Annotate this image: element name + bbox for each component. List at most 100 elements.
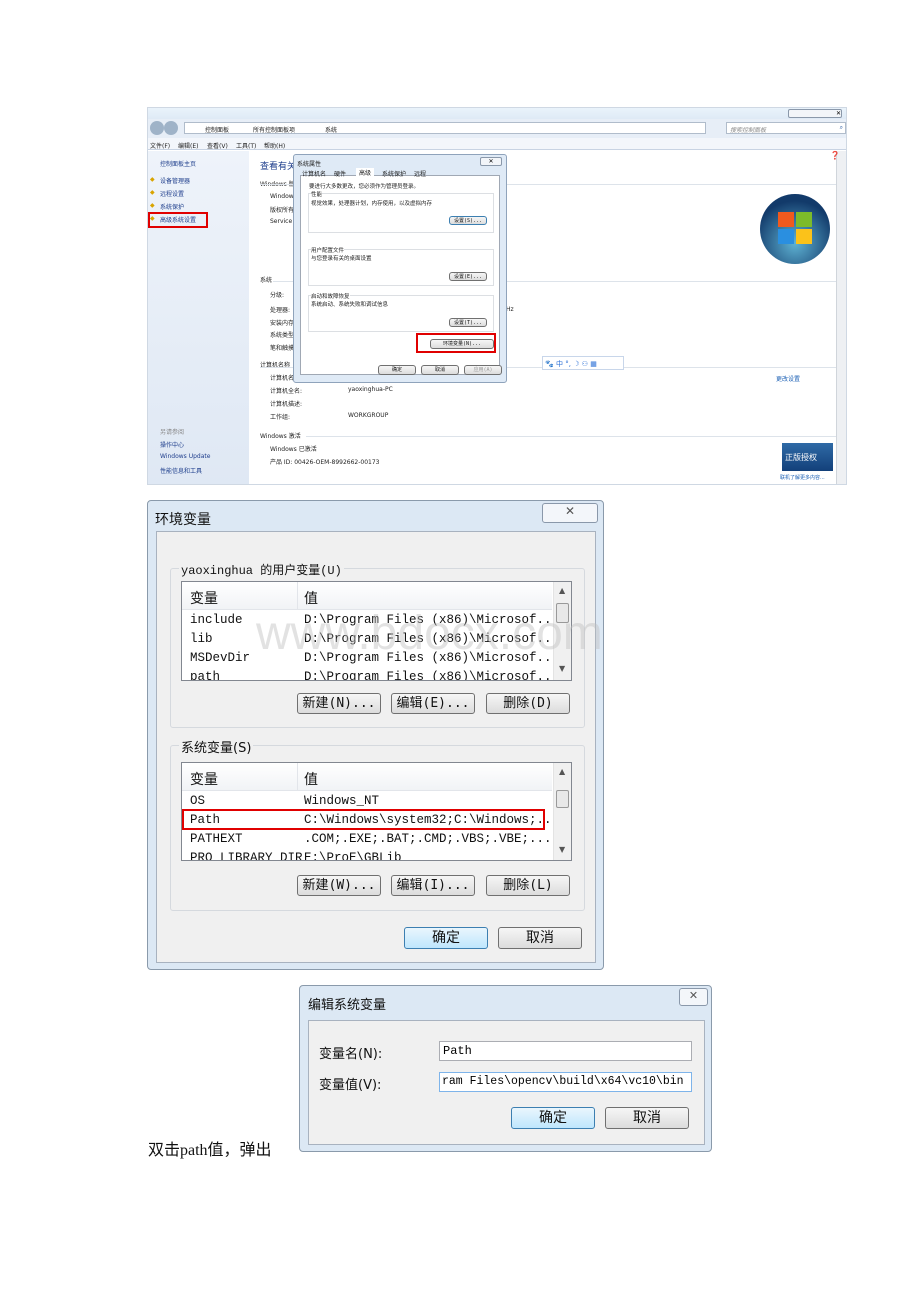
tab-remote[interactable]: 远程 <box>414 169 426 178</box>
genuine-link[interactable]: 联机了解更多内容... <box>780 474 825 481</box>
forward-button[interactable] <box>164 121 178 135</box>
user-icon[interactable]: ⚇ <box>582 360 588 368</box>
tab-advanced[interactable]: 高级 <box>356 168 375 177</box>
variable-name: PRO_LIBRARY_DIR <box>190 851 303 861</box>
sidebar-item-remote[interactable]: 远程设置 <box>160 189 184 198</box>
profile-settings-button[interactable]: 设置(E)... <box>449 272 487 281</box>
column-header-variable[interactable]: 变量 <box>190 588 218 608</box>
sidebar-item-protection[interactable]: 系统保护 <box>160 202 184 211</box>
variable-value: E:\ProE\GBLib <box>304 851 402 861</box>
close-icon[interactable]: ✕ <box>689 989 698 1002</box>
title-bar <box>148 108 846 119</box>
sidebar-home[interactable]: 控制面板主页 <box>160 159 196 168</box>
scroll-thumb[interactable] <box>556 790 569 808</box>
menu-edit[interactable]: 编辑(E) <box>178 141 198 150</box>
window-controls[interactable]: ✕ <box>788 109 842 118</box>
cancel-button[interactable]: 取消 <box>498 927 582 949</box>
moon-icon[interactable]: ☽ <box>573 360 579 368</box>
menu-view[interactable]: 查看(V) <box>207 141 228 150</box>
user-delete-button[interactable]: 删除(D) <box>486 693 570 714</box>
edit-system-variable-dialog: 编辑系统变量 ✕ 变量名(N): Path 变量值(V): ram Files\… <box>299 985 712 1152</box>
system-delete-button[interactable]: 删除(L) <box>486 875 570 896</box>
scroll-up-icon[interactable]: ▲ <box>559 586 565 595</box>
tab-computer-name[interactable]: 计算机名 <box>302 169 326 178</box>
control-panel-screenshot: ✕ 控制面板 所有控制面板项 系统 搜索控制面板 ⌕ 文件(F) 编辑(E) 查… <box>147 107 847 485</box>
menu-help[interactable]: 帮助(H) <box>264 141 285 150</box>
computer-row-label: 计算机全名: <box>270 388 303 395</box>
grid-icon[interactable]: ▦ <box>590 360 597 368</box>
cancel-button[interactable]: 取消 <box>421 365 459 375</box>
link-performance[interactable]: 性能信息和工具 <box>160 466 202 475</box>
tab-strip: 计算机名 硬件 高级 系统保护 远程 <box>300 168 440 178</box>
system-new-button[interactable]: 新建(W)... <box>297 875 381 896</box>
close-button[interactable]: ✕ <box>679 988 708 1006</box>
user-edit-button[interactable]: 编辑(E)... <box>391 693 475 714</box>
scrollbar[interactable] <box>836 151 846 484</box>
table-row[interactable]: PATHEXT .COM;.EXE;.BAT;.CMD;.VBS;.VBE;...… <box>182 830 559 849</box>
table-row[interactable]: PRO_LIBRARY_DIR E:\ProE\GBLib <box>182 849 552 861</box>
close-button[interactable]: ✕ <box>542 503 598 523</box>
menu-tools[interactable]: 工具(T) <box>236 141 256 150</box>
punctuation-icon[interactable]: °, <box>565 360 571 368</box>
group-desc: 视觉效果，处理器计划，内存使用，以及虚拟内存 <box>311 201 433 207</box>
group-title: 系统变量(S) <box>179 737 254 756</box>
column-header-variable[interactable]: 变量 <box>190 769 218 789</box>
group-startup-recovery: 启动和故障恢复 系统启动、系统失败和调试信息 设置(T)... <box>308 292 494 332</box>
edition-row: 版权所有 <box>270 207 295 214</box>
breadcrumb-item[interactable]: 系统 <box>325 125 337 134</box>
system-row: 系统类型 <box>270 332 295 339</box>
change-settings-link[interactable]: 更改设置 <box>776 374 800 383</box>
system-row: 安装内存 <box>270 320 295 327</box>
shield-icon: ◆ <box>150 176 155 183</box>
close-button[interactable]: ✕ <box>480 157 502 166</box>
menu-file[interactable]: 文件(F) <box>150 141 170 150</box>
variable-value: D:\Program Files (x86)\Microsof... <box>304 670 560 681</box>
genuine-badge-text: 正版授权 <box>785 453 817 462</box>
variable-name-input[interactable]: Path <box>439 1041 692 1061</box>
scroll-down-icon[interactable]: ▼ <box>559 845 565 854</box>
column-header-value[interactable]: 值 <box>304 588 318 608</box>
see-also-label: 另请参阅 <box>160 429 185 436</box>
user-new-button[interactable]: 新建(N)... <box>297 693 381 714</box>
ime-toolbar[interactable]: 🐾 中 °, ☽ ⚇ ▦ <box>542 356 624 370</box>
breadcrumb-item[interactable]: 所有控制面板项 <box>253 125 295 134</box>
close-icon[interactable]: ✕ <box>836 110 841 117</box>
group-desc: 与您登录有关的桌面设置 <box>311 256 372 262</box>
ok-button[interactable]: 确定 <box>511 1107 595 1129</box>
tab-hardware[interactable]: 硬件 <box>334 169 346 178</box>
breadcrumb-item[interactable]: 控制面板 <box>205 125 229 134</box>
link-windows-update[interactable]: Windows Update <box>160 453 210 460</box>
system-row: 分级: <box>270 292 285 299</box>
table-row[interactable]: path D:\Program Files (x86)\Microsof... <box>182 668 559 681</box>
search-input[interactable]: 搜索控制面板 ⌕ <box>726 122 846 134</box>
ime-mode[interactable]: 中 <box>556 360 563 368</box>
address-bar[interactable]: 控制面板 所有控制面板项 系统 <box>184 122 706 134</box>
scrollbar[interactable]: ▲ ▼ <box>553 763 571 860</box>
tab-system-protection[interactable]: 系统保护 <box>382 169 406 178</box>
column-header-value[interactable]: 值 <box>304 769 318 789</box>
computer-row-label: 计算机描述: <box>270 401 303 408</box>
dialog-title: 编辑系统变量 <box>308 998 387 1013</box>
link-action-center[interactable]: 操作中心 <box>160 440 184 449</box>
ok-button[interactable]: 确定 <box>404 927 488 949</box>
system-edit-button[interactable]: 编辑(I)... <box>391 875 475 896</box>
variable-value-input[interactable]: ram Files\opencv\build\x64\vc10\bin <box>439 1072 692 1092</box>
close-icon[interactable]: ✕ <box>565 504 575 518</box>
sidebar-item-device-manager[interactable]: 设备管理器 <box>160 176 190 185</box>
scroll-up-icon[interactable]: ▲ <box>559 767 565 776</box>
apply-button[interactable]: 应用(A) <box>464 365 502 375</box>
shield-icon: ◆ <box>150 202 155 209</box>
genuine-badge[interactable]: 正版授权 <box>782 443 833 471</box>
ok-button[interactable]: 确定 <box>378 365 416 375</box>
startup-settings-button[interactable]: 设置(T)... <box>449 318 487 327</box>
performance-settings-button[interactable]: 设置(S)... <box>449 216 487 225</box>
variable-name: path <box>190 670 221 681</box>
scroll-down-icon[interactable]: ▼ <box>559 664 565 673</box>
list-header: 变量 值 <box>182 763 552 791</box>
help-icon[interactable]: ❓ <box>830 151 840 160</box>
cpu-frequency-fragment: Hz <box>506 306 514 313</box>
cancel-button[interactable]: 取消 <box>605 1107 689 1129</box>
paw-icon[interactable]: 🐾 <box>545 360 554 368</box>
back-button[interactable] <box>150 121 164 135</box>
highlight-box <box>148 212 208 228</box>
